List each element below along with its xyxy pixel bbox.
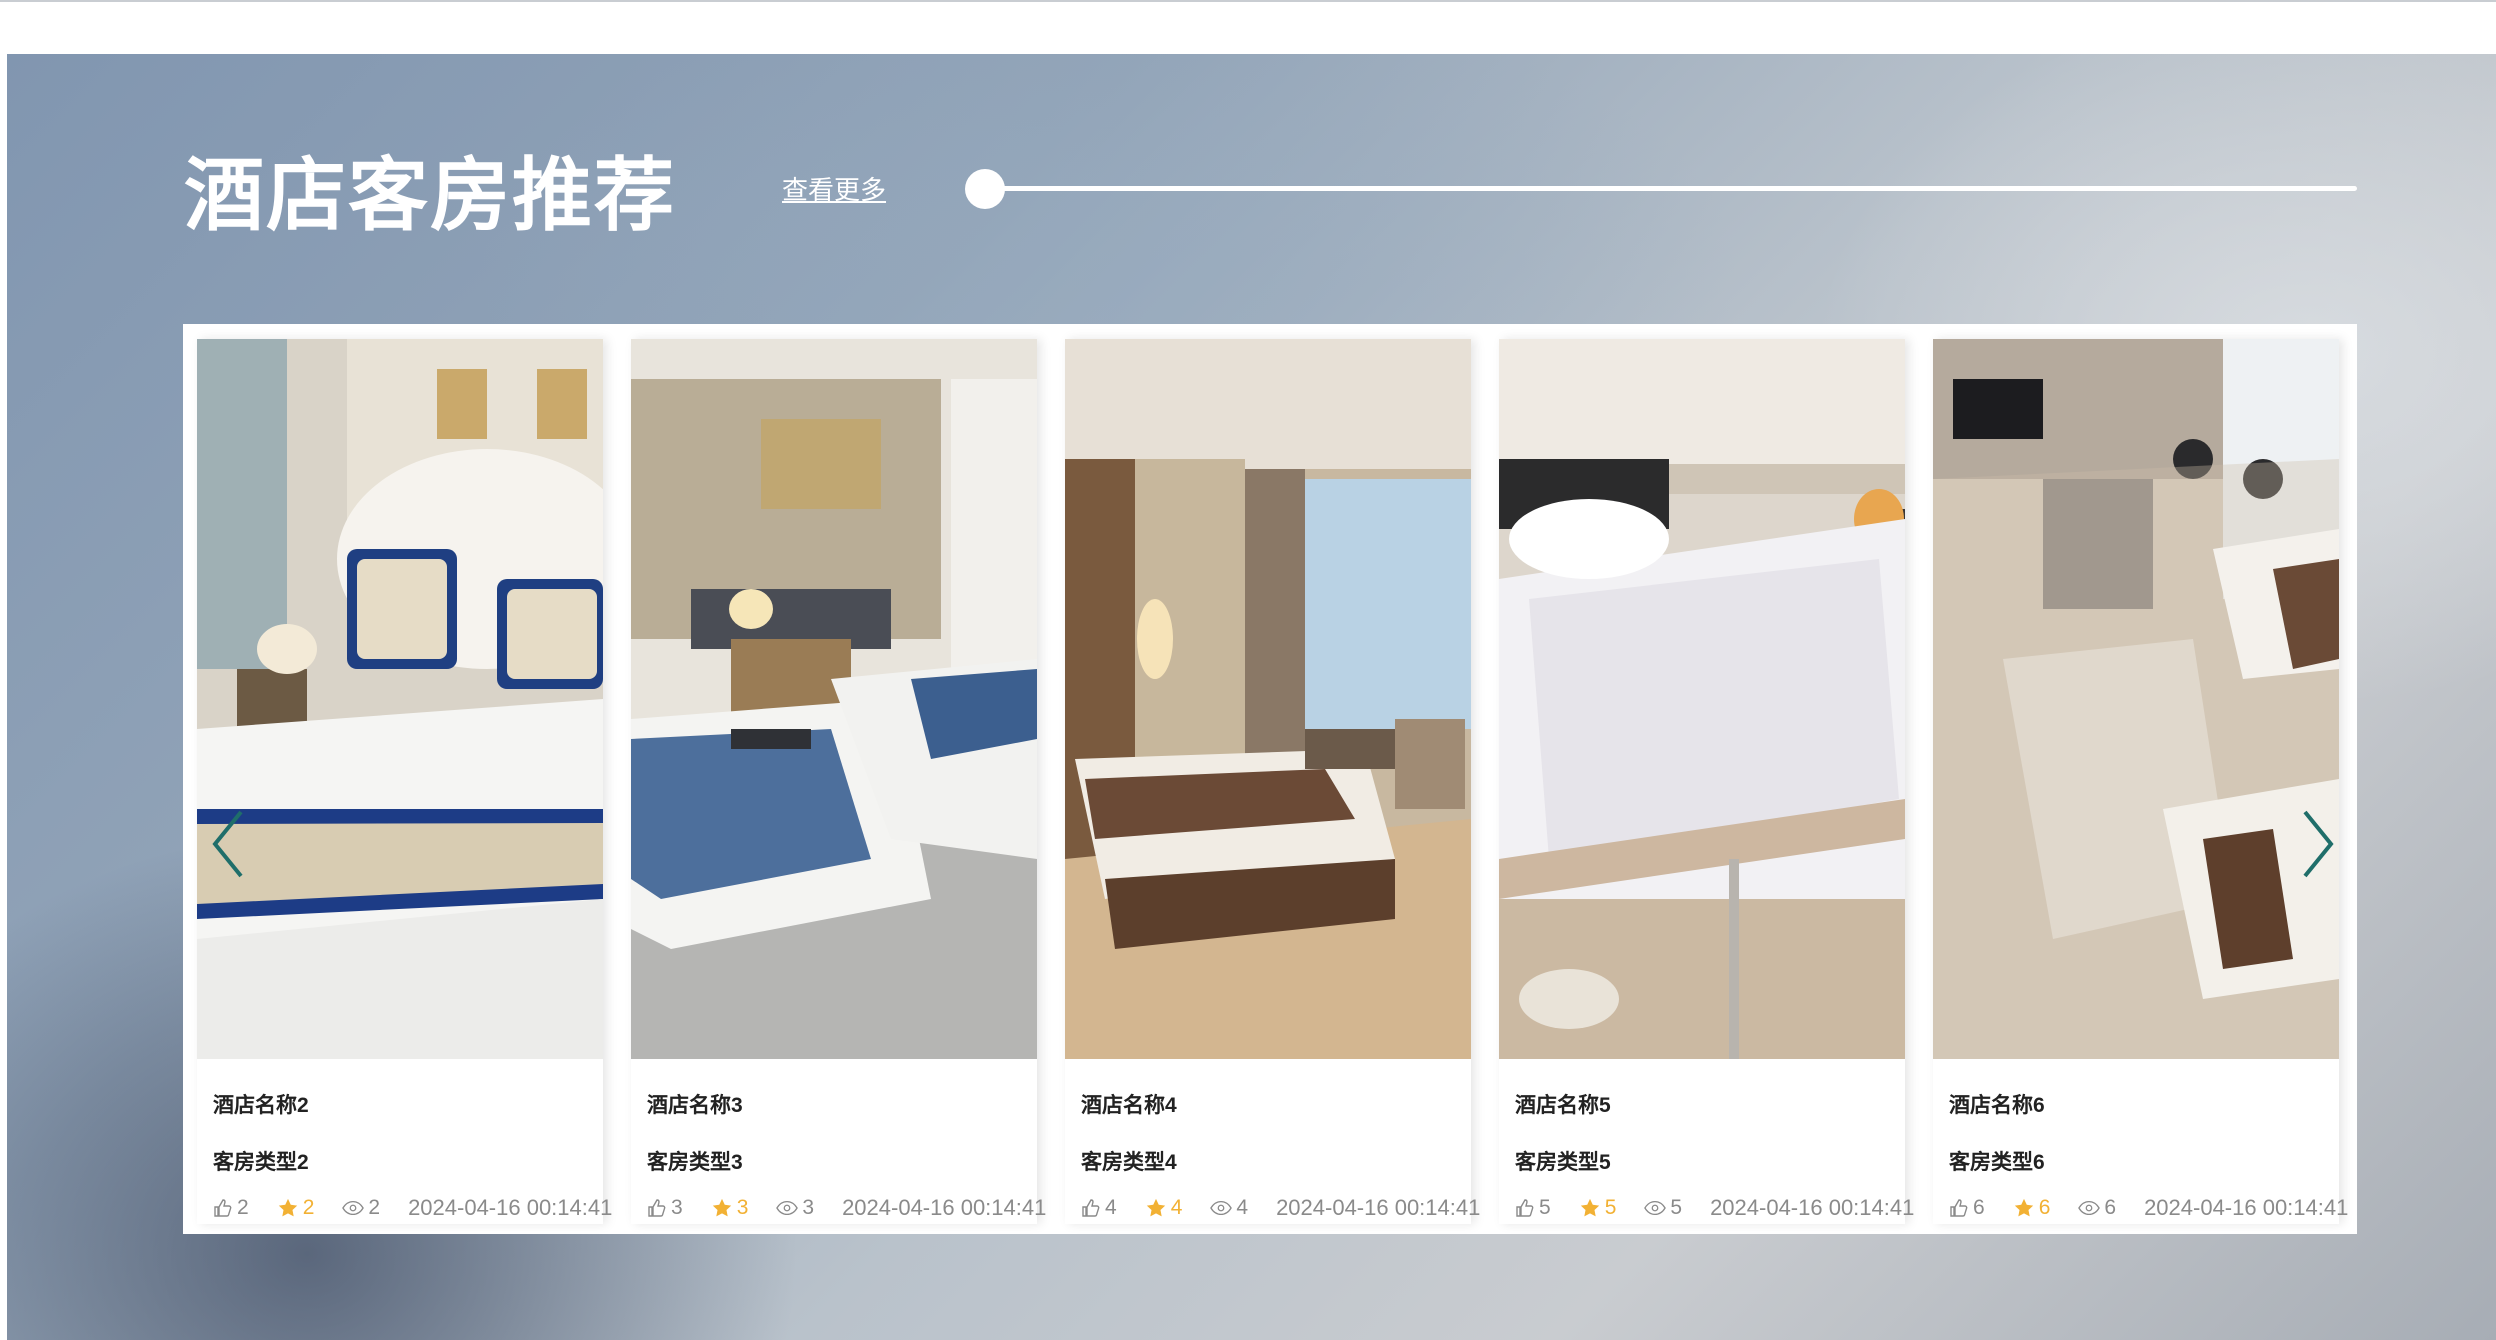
favorite-count[interactable]: 6 bbox=[2013, 1196, 2050, 1220]
star-icon bbox=[1146, 1198, 1165, 1217]
view-count: 2 bbox=[342, 1196, 380, 1220]
hotel-recommend-section: 酒店客房推荐 查看更多 酒店名称2 客房类型2 2 2 2 2024-04-16… bbox=[7, 54, 2496, 1340]
progress-slider-track[interactable] bbox=[983, 186, 2357, 191]
room-type: 客房类型6 bbox=[1949, 1151, 2045, 1174]
room-card[interactable]: 酒店名称6 客房类型6 6 6 6 2024-04-16 00:14:41 bbox=[1933, 339, 2348, 1224]
room-image[interactable] bbox=[197, 339, 603, 1059]
star-icon bbox=[278, 1198, 297, 1217]
like-count[interactable]: 3 bbox=[647, 1196, 683, 1220]
room-type: 客房类型5 bbox=[1515, 1151, 1611, 1174]
card-meta: 3 3 3 2024-04-16 00:14:41 bbox=[647, 1193, 1046, 1223]
thumbs-up-icon bbox=[1950, 1199, 1968, 1217]
like-count[interactable]: 4 bbox=[1081, 1196, 1117, 1220]
room-image[interactable] bbox=[1499, 339, 1905, 1059]
room-type: 客房类型2 bbox=[213, 1151, 309, 1174]
carousel-prev-button[interactable] bbox=[203, 804, 253, 884]
room-card[interactable]: 酒店名称2 客房类型2 2 2 2 2024-04-16 00:14:41 bbox=[197, 339, 612, 1224]
thumbs-up-icon bbox=[1082, 1199, 1100, 1217]
thumbs-up-icon bbox=[648, 1199, 666, 1217]
post-date: 2024-04-16 00:14:41 bbox=[2144, 1195, 2349, 1220]
thumbs-up-icon bbox=[1516, 1199, 1534, 1217]
progress-slider-knob[interactable] bbox=[965, 169, 1005, 209]
thumbs-up-icon bbox=[214, 1199, 232, 1217]
view-count: 4 bbox=[1210, 1196, 1248, 1220]
like-count[interactable]: 6 bbox=[1949, 1196, 1985, 1220]
post-date: 2024-04-16 00:14:41 bbox=[408, 1195, 613, 1220]
room-carousel: 酒店名称2 客房类型2 2 2 2 2024-04-16 00:14:41 酒店… bbox=[183, 324, 2357, 1234]
hotel-name: 酒店名称3 bbox=[647, 1094, 743, 1117]
card-meta: 2 2 2 2024-04-16 00:14:41 bbox=[213, 1193, 612, 1223]
room-card[interactable]: 酒店名称4 客房类型4 4 4 4 2024-04-16 00:14:41 bbox=[1065, 339, 1480, 1224]
eye-icon bbox=[776, 1200, 799, 1216]
view-count: 6 bbox=[2078, 1196, 2116, 1220]
room-card[interactable]: 酒店名称3 客房类型3 3 3 3 2024-04-16 00:14:41 bbox=[631, 339, 1046, 1224]
favorite-count[interactable]: 4 bbox=[1145, 1196, 1182, 1220]
favorite-count[interactable]: 2 bbox=[277, 1196, 314, 1220]
card-meta: 6 6 6 2024-04-16 00:14:41 bbox=[1949, 1193, 2348, 1223]
card-meta: 4 4 4 2024-04-16 00:14:41 bbox=[1081, 1193, 1480, 1223]
view-more-link[interactable]: 查看更多 bbox=[782, 170, 886, 210]
favorite-count[interactable]: 3 bbox=[711, 1196, 748, 1220]
chevron-left-icon bbox=[212, 810, 243, 878]
room-image[interactable] bbox=[631, 339, 1037, 1059]
star-icon bbox=[712, 1198, 731, 1217]
like-count[interactable]: 2 bbox=[213, 1196, 249, 1220]
eye-icon bbox=[1644, 1200, 1667, 1216]
view-count: 5 bbox=[1644, 1196, 1682, 1220]
room-image[interactable] bbox=[1933, 339, 2339, 1059]
post-date: 2024-04-16 00:14:41 bbox=[1710, 1195, 1915, 1220]
room-card[interactable]: 酒店名称5 客房类型5 5 5 5 2024-04-16 00:14:41 bbox=[1499, 339, 1914, 1224]
top-bar bbox=[0, 0, 2496, 54]
post-date: 2024-04-16 00:14:41 bbox=[842, 1195, 1047, 1220]
room-type: 客房类型3 bbox=[647, 1151, 743, 1174]
carousel-next-button[interactable] bbox=[2293, 804, 2343, 884]
view-count: 3 bbox=[776, 1196, 814, 1220]
star-icon bbox=[2014, 1198, 2033, 1217]
room-type: 客房类型4 bbox=[1081, 1151, 1177, 1174]
favorite-count[interactable]: 5 bbox=[1579, 1196, 1616, 1220]
eye-icon bbox=[2078, 1200, 2101, 1216]
hotel-name: 酒店名称5 bbox=[1515, 1094, 1611, 1117]
eye-icon bbox=[1210, 1200, 1233, 1216]
chevron-right-icon bbox=[2303, 810, 2334, 878]
post-date: 2024-04-16 00:14:41 bbox=[1276, 1195, 1481, 1220]
hotel-name: 酒店名称2 bbox=[213, 1094, 309, 1117]
section-title: 酒店客房推荐 bbox=[184, 149, 676, 242]
like-count[interactable]: 5 bbox=[1515, 1196, 1551, 1220]
star-icon bbox=[1580, 1198, 1599, 1217]
room-image[interactable] bbox=[1065, 339, 1471, 1059]
hotel-name: 酒店名称6 bbox=[1949, 1094, 2045, 1117]
eye-icon bbox=[342, 1200, 365, 1216]
card-meta: 5 5 5 2024-04-16 00:14:41 bbox=[1515, 1193, 1914, 1223]
hotel-name: 酒店名称4 bbox=[1081, 1094, 1177, 1117]
